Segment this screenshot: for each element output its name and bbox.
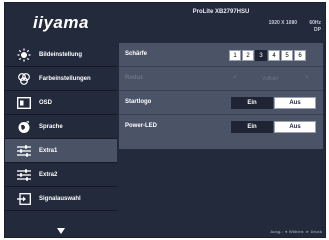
sliders-icon [15,144,33,158]
resolution-readout: 1920 X 1080 [268,20,297,26]
startlogo-off-button[interactable]: Aus [274,97,316,109]
setting-value: Vollbild [262,76,278,82]
brand-logo: iiyama [33,13,89,32]
sharpness-option-6[interactable]: 6 [294,50,306,61]
triangle-down-icon[interactable] [5,225,117,237]
input-source: DP [314,27,321,33]
setting-label: Power-LED [125,123,158,129]
globe-icon [15,120,33,134]
main-panel: ProLite XB2797HSU 1920 X 1080 60Hz DP Sc… [117,3,325,237]
sharpness-option-4[interactable]: 4 [268,50,280,61]
setting-row-startlogo[interactable]: Startlogo Ein Aus [119,91,323,115]
sidebar-item-osd[interactable]: OSD [5,91,117,115]
setting-row-power-led[interactable]: Power-LED Ein Aus [119,115,323,139]
sliders-icon [15,168,33,182]
osd-icon [15,96,33,110]
osd-menu: iiyama Bildeinstellung Farbeinstellungen… [4,2,326,238]
sharpness-option-5[interactable]: 5 [281,50,293,61]
power-led-off-button[interactable]: Aus [274,121,316,133]
sidebar-item-label: Extra2 [39,171,58,178]
setting-label: Reduz [125,75,143,81]
chevron-right-icon: > [305,75,309,81]
color-palette-icon [15,72,33,86]
sharpness-option-1[interactable]: 1 [229,50,241,61]
model-name: ProLite XB2797HSU [192,9,250,15]
sidebar-item-label: Bildeinstellung [39,51,83,58]
sidebar-item-label: Extra1 [39,147,58,154]
setting-row-schaerfe[interactable]: Schärfe 1 2 3 4 5 6 [119,43,323,67]
sidebar-item-signalauswahl[interactable]: Signalauswahl [5,187,117,211]
setting-label: Startlogo [125,99,152,105]
sidebar-item-extra1[interactable]: Extra1 [5,139,117,163]
frequency-value: 60Hz [309,20,321,26]
power-led-on-button[interactable]: Ein [231,121,273,133]
sidebar-item-label: Sprache [39,123,63,130]
sidebar-item-label: Signalauswahl [39,195,81,202]
startlogo-on-button[interactable]: Ein [231,97,273,109]
brightness-icon [15,48,33,62]
sidebar-item-extra2[interactable]: Extra2 [5,163,117,187]
sidebar-item-label: OSD [39,99,53,106]
sidebar-item-bildeinstellung[interactable]: Bildeinstellung [5,43,117,67]
navigation-hint: Ausg.: ◄ Wählen: ► Druck [270,229,322,234]
sharpness-option-2[interactable]: 2 [242,50,254,61]
sidebar-item-sprache[interactable]: Sprache [5,115,117,139]
setting-row-reduz: Reduz < Vollbild > [119,67,323,91]
sidebar: iiyama Bildeinstellung Farbeinstellungen… [5,3,117,237]
chevron-left-icon: < [233,75,237,81]
frequency-readout: 60Hz DP [309,20,321,34]
setting-label: Schärfe [125,51,148,57]
sidebar-item-farbeinstellungen[interactable]: Farbeinstellungen [5,67,117,91]
sharpness-option-3[interactable]: 3 [255,50,267,61]
input-icon [15,192,33,206]
settings-panel: Schärfe 1 2 3 4 5 6 Reduz < Vollbild > S… [119,43,323,149]
sidebar-item-label: Farbeinstellungen [39,75,91,82]
